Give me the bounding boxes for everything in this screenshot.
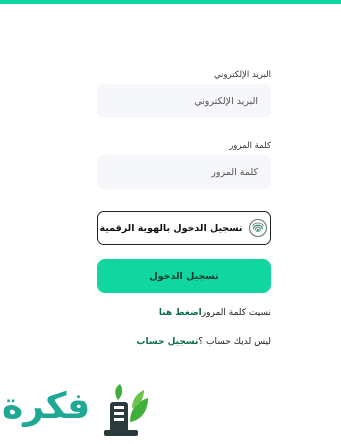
no-account-text: ليس لديك حساب ؟ <box>198 337 271 347</box>
logo-wordmark: فكرة <box>2 386 91 427</box>
password-label: كلمة المرور <box>229 141 271 151</box>
login-button[interactable]: تسجيل الدخول <box>97 259 271 293</box>
email-field[interactable] <box>97 84 271 118</box>
book-leaf-logo-icon <box>104 384 148 436</box>
digital-id-label: تسجيل الدخول بالهوية الرقمية <box>99 222 243 234</box>
forgot-password-text: نسيت كلمة المرور <box>201 308 271 318</box>
password-field[interactable] <box>97 155 271 189</box>
forgot-password-row: نسيت كلمة المروراضغط هنا <box>159 308 271 318</box>
digital-id-login-button[interactable]: تسجيل الدخول بالهوية الرقمية <box>97 211 271 245</box>
email-label: البريد الإلكتروني <box>213 70 271 80</box>
register-row: ليس لديك حساب ؟تسجيل حساب <box>136 337 271 347</box>
top-accent-bar <box>0 0 341 4</box>
watermark-logo: فكرة <box>0 378 165 444</box>
register-link[interactable]: تسجيل حساب <box>136 337 198 347</box>
fingerprint-icon <box>248 218 268 238</box>
forgot-password-link[interactable]: اضغط هنا <box>159 308 202 318</box>
